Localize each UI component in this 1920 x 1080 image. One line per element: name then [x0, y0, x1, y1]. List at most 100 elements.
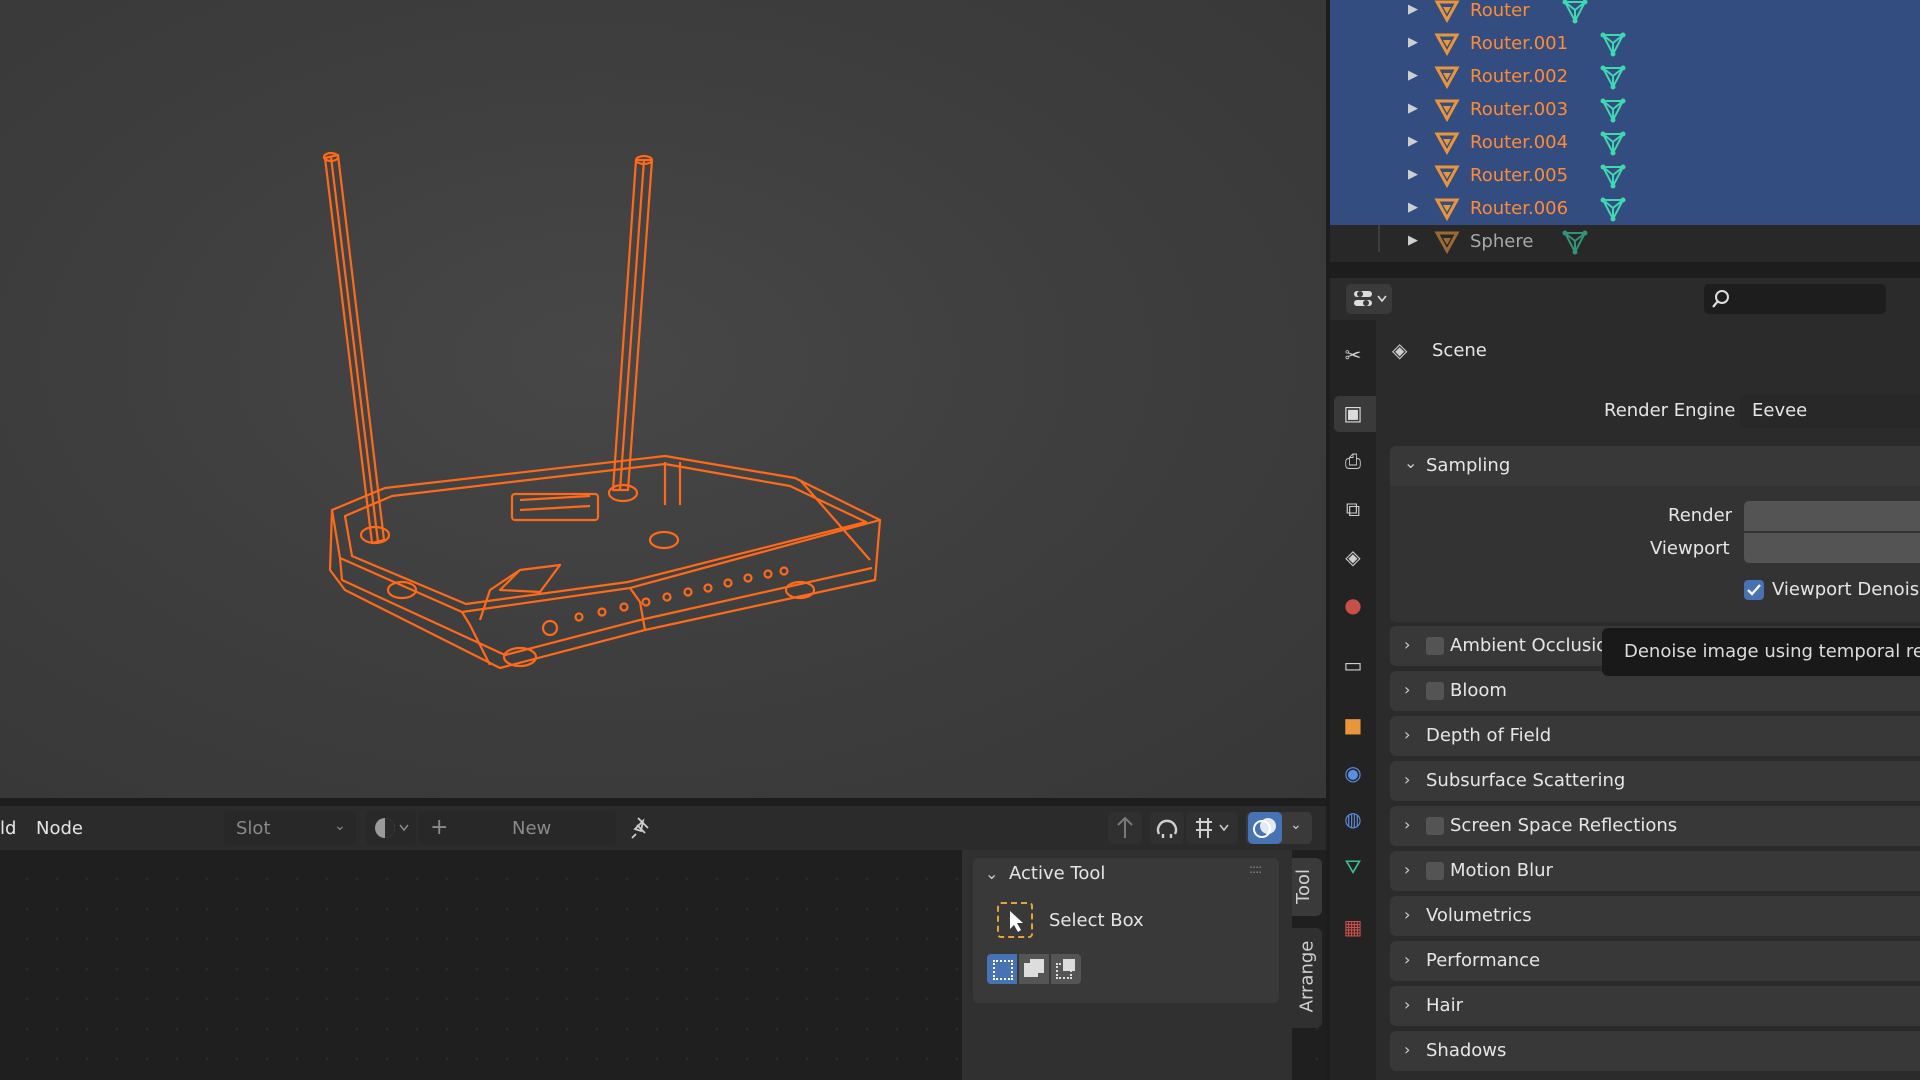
- mode-subtract-selection-button[interactable]: [1051, 954, 1081, 984]
- mode-new-selection-button[interactable]: [987, 954, 1017, 984]
- mesh-data-icon[interactable]: [1600, 31, 1626, 57]
- viewport-denoising-checkbox[interactable]: [1744, 580, 1764, 600]
- mesh-data-icon[interactable]: [1600, 97, 1626, 123]
- properties-search-input[interactable]: [1704, 284, 1886, 314]
- panel-header[interactable]: › Volumetrics: [1390, 896, 1920, 936]
- menu-node[interactable]: Node: [36, 818, 83, 839]
- render-engine-dropdown[interactable]: Eevee: [1740, 394, 1920, 428]
- panel-header[interactable]: › Hair: [1390, 986, 1920, 1026]
- scene-icon[interactable]: ◈: [1340, 544, 1366, 570]
- overlays-toggle[interactable]: [1248, 812, 1282, 844]
- chevron-right-icon: ›: [1404, 995, 1411, 1014]
- router-wireframe: [322, 151, 882, 670]
- panel-header[interactable]: › Screen Space Reflections: [1390, 806, 1920, 846]
- overlays-icon: [1253, 818, 1276, 838]
- slot-dropdown[interactable]: Slot ⌄: [224, 811, 356, 845]
- material-sphere-icon: [375, 818, 409, 838]
- pin-icon[interactable]: [628, 814, 656, 842]
- panel-enable-checkbox[interactable]: [1426, 682, 1444, 700]
- panel-header[interactable]: › Bloom: [1390, 671, 1920, 711]
- object-data-icon[interactable]: ⛛: [1340, 854, 1366, 880]
- chevron-right-icon: ›: [1404, 860, 1411, 879]
- panel-title: Bloom: [1450, 680, 1507, 701]
- viewport-samples-field[interactable]: [1744, 533, 1920, 563]
- modifier-icon[interactable]: ◉: [1340, 760, 1366, 786]
- mode-extend-selection-button[interactable]: [1019, 954, 1049, 984]
- material-browse-button[interactable]: [366, 811, 416, 845]
- panel-header[interactable]: › Performance: [1390, 941, 1920, 981]
- view-layer-icon[interactable]: ⧉: [1340, 496, 1366, 522]
- outliner-item[interactable]: ▶ Router.005: [1330, 159, 1920, 192]
- outliner-item[interactable]: ▶ Router.002: [1330, 60, 1920, 93]
- tool-tab-icon[interactable]: ✂: [1340, 342, 1366, 368]
- expand-arrow-icon[interactable]: ▶: [1408, 134, 1418, 149]
- 3d-viewport[interactable]: [0, 0, 1326, 798]
- expand-arrow-icon[interactable]: ▶: [1408, 167, 1418, 182]
- mesh-data-icon[interactable]: [1600, 163, 1626, 189]
- scene-breadcrumb-icon: ◈: [1392, 338, 1408, 362]
- panel-header[interactable]: › Subsurface Scattering: [1390, 761, 1920, 801]
- outliner-item[interactable]: ▶ Router.004: [1330, 126, 1920, 159]
- render-engine-value: Eevee: [1752, 400, 1808, 421]
- world-icon[interactable]: ●: [1340, 592, 1366, 618]
- panel-title: Depth of Field: [1426, 725, 1552, 746]
- chevron-right-icon: ›: [1404, 770, 1411, 789]
- panel-title: Screen Space Reflections: [1450, 815, 1678, 836]
- outliner-item[interactable]: ▶ Router.006: [1330, 192, 1920, 225]
- tab-arrange[interactable]: Arrange: [1292, 928, 1322, 1028]
- tab-tool-label: Tool: [1292, 869, 1314, 904]
- chevron-right-icon: ›: [1404, 815, 1411, 834]
- panel-header[interactable]: › Motion Blur: [1390, 851, 1920, 891]
- chevron-right-icon: ›: [1404, 950, 1411, 969]
- outliner-item[interactable]: ▶ Router.003: [1330, 93, 1920, 126]
- mesh-data-icon[interactable]: [1600, 130, 1626, 156]
- parent-node-icon[interactable]: [1108, 812, 1142, 844]
- outliner-item[interactable]: ▶ Sphere: [1330, 225, 1920, 258]
- texture-checker-icon[interactable]: ▦: [1340, 914, 1366, 940]
- editor-type-dropdown[interactable]: [1346, 284, 1392, 314]
- panel-title: Hair: [1426, 995, 1463, 1016]
- panel-enable-checkbox[interactable]: [1426, 817, 1444, 835]
- collection-icon[interactable]: ▭: [1340, 652, 1366, 678]
- panel-enable-checkbox[interactable]: [1426, 862, 1444, 880]
- expand-arrow-icon[interactable]: ▶: [1408, 35, 1418, 50]
- expand-arrow-icon[interactable]: ▶: [1408, 68, 1418, 83]
- mesh-data-icon[interactable]: [1562, 229, 1588, 255]
- mesh-data-icon[interactable]: [1562, 0, 1588, 24]
- sampling-header[interactable]: ⌄ Sampling: [1390, 446, 1920, 486]
- new-material-button[interactable]: + New: [418, 811, 616, 845]
- output-printer-icon[interactable]: ⎙: [1340, 448, 1366, 474]
- mesh-data-icon[interactable]: [1600, 196, 1626, 222]
- overlays-dropdown[interactable]: ⌄: [1246, 812, 1312, 844]
- panel-enable-checkbox[interactable]: [1426, 637, 1444, 655]
- snap-icon[interactable]: [1150, 812, 1184, 844]
- outliner-item[interactable]: ▶ Router.001: [1330, 27, 1920, 60]
- outliner-item-label: Router: [1470, 0, 1530, 21]
- outliner[interactable]: ▶ Router ▶ Router.001 ▶ Router.002 ▶ Router.003…: [1330, 0, 1920, 272]
- render-samples-field[interactable]: [1744, 501, 1920, 531]
- plus-icon: +: [430, 815, 449, 840]
- tab-tool[interactable]: Tool: [1292, 858, 1322, 916]
- chevron-right-icon: ›: [1404, 905, 1411, 924]
- mesh-data-icon[interactable]: [1600, 64, 1626, 90]
- outliner-item[interactable]: ▶ Router: [1330, 0, 1920, 27]
- menu-partial[interactable]: ld: [0, 818, 16, 839]
- snap-increment-dropdown[interactable]: [1186, 812, 1238, 844]
- drag-handle-icon[interactable]: ::::: [1249, 862, 1262, 876]
- expand-arrow-icon[interactable]: ▶: [1408, 200, 1418, 215]
- physics-icon[interactable]: ◍: [1340, 806, 1366, 832]
- panel-header[interactable]: › Shadows: [1390, 1031, 1920, 1071]
- active-tool-title[interactable]: Active Tool: [1009, 863, 1105, 884]
- chevron-down-icon[interactable]: ⌄: [985, 864, 998, 883]
- node-editor-header: ld Node Slot ⌄ + New ⌄: [0, 806, 1326, 850]
- search-icon: [1712, 290, 1729, 308]
- sampling-title: Sampling: [1426, 455, 1511, 476]
- expand-arrow-icon[interactable]: ▶: [1408, 2, 1418, 17]
- mesh-object-icon: [1434, 198, 1460, 221]
- new-label: New: [512, 818, 552, 839]
- tool-name: Select Box: [1049, 910, 1144, 931]
- expand-arrow-icon[interactable]: ▶: [1408, 233, 1418, 248]
- expand-arrow-icon[interactable]: ▶: [1408, 101, 1418, 116]
- panel-header[interactable]: › Depth of Field: [1390, 716, 1920, 756]
- object-icon[interactable]: ■: [1340, 712, 1366, 738]
